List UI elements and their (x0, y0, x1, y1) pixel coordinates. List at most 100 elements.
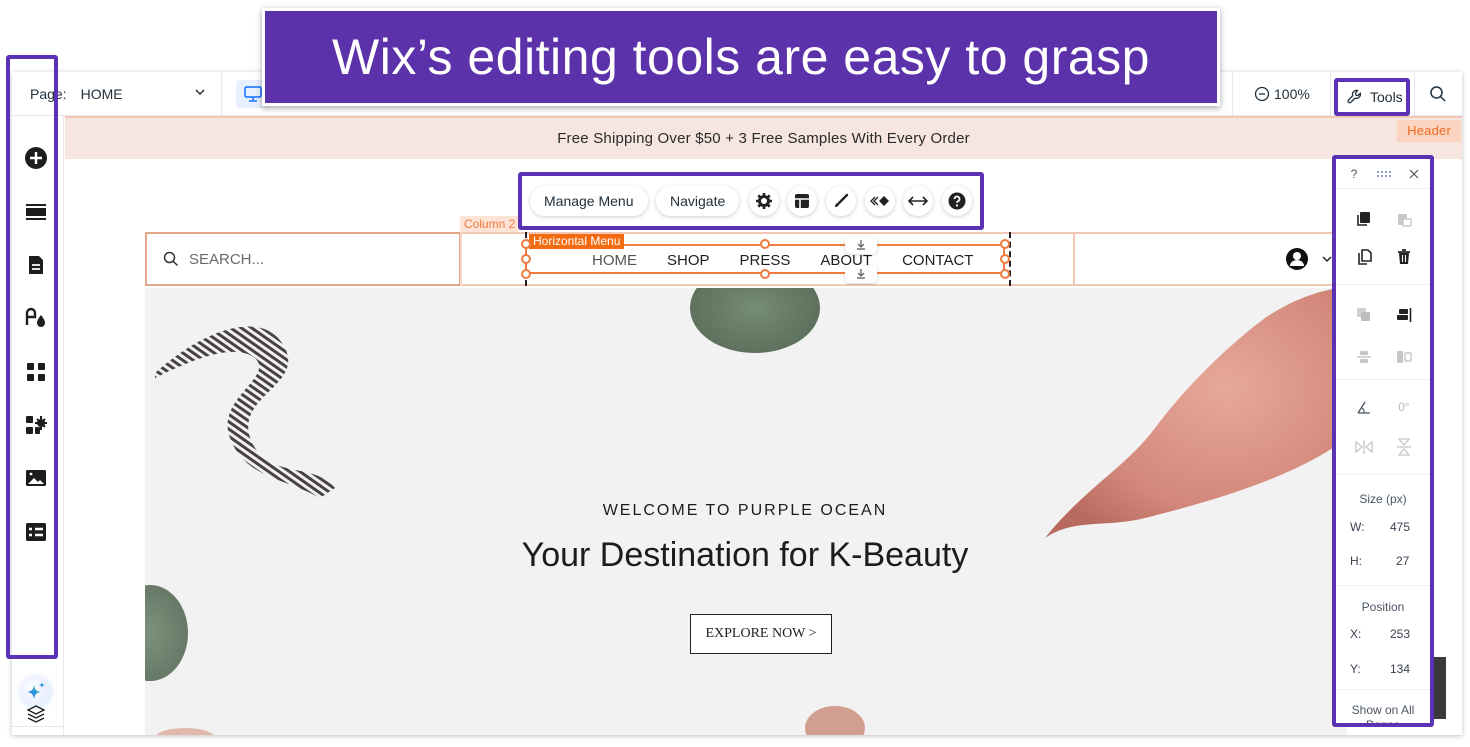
download-icon (857, 240, 865, 250)
divider (1336, 689, 1430, 690)
resize-handle[interactable] (521, 254, 531, 264)
chevron-down-icon (195, 89, 205, 96)
resize-handle[interactable] (521, 239, 531, 249)
resize-handle[interactable] (521, 269, 531, 279)
resize-handle[interactable] (1000, 269, 1010, 279)
sidebar-item-cms[interactable] (22, 518, 50, 546)
explore-now-button[interactable]: EXPLORE NOW > (690, 614, 832, 654)
duplicate-button[interactable] (1354, 247, 1374, 267)
match-size-button[interactable] (1394, 347, 1414, 367)
x-value[interactable]: 253 (1390, 627, 1410, 641)
properties-panel: ? 0° Size (px) W: 475 H: 27 Position X: … (1332, 155, 1434, 727)
plus-circle-icon (25, 147, 47, 169)
sidebar-item-sections[interactable] (22, 198, 50, 226)
page-icon (29, 256, 43, 274)
apps-gear-icon (26, 416, 47, 434)
resize-handle[interactable] (1000, 239, 1010, 249)
manage-menu-button[interactable]: Manage Menu (530, 186, 648, 216)
size-label: Size (px) (1359, 492, 1407, 506)
page-label: Page: (30, 86, 67, 102)
arrange-icon (1357, 308, 1370, 321)
divider (1336, 284, 1430, 285)
sidebar-item-business-apps[interactable] (22, 411, 50, 439)
user-avatar-icon[interactable] (1285, 247, 1309, 271)
drag-handle-icon[interactable] (1374, 164, 1394, 184)
copy-icon (1357, 212, 1370, 226)
help-icon[interactable]: ? (1344, 164, 1364, 184)
animation-icon (870, 196, 889, 206)
blush-crumbs (156, 728, 214, 735)
align-button[interactable] (1394, 305, 1414, 325)
resize-handle[interactable] (760, 239, 770, 249)
flip-horizontal-button[interactable] (1354, 437, 1374, 457)
gear-icon (756, 193, 772, 209)
hero-section[interactable]: WELCOME TO PURPLE OCEAN Your Destination… (145, 288, 1347, 735)
width-label: W: (1350, 520, 1365, 534)
y-value[interactable]: 134 (1390, 662, 1410, 676)
blush-crumbs (805, 706, 865, 735)
close-icon[interactable] (1404, 164, 1424, 184)
search-button[interactable] (1426, 82, 1450, 106)
sections-icon (26, 204, 46, 220)
resize-handle[interactable] (760, 269, 770, 279)
search-icon (163, 251, 179, 267)
search-icon (1430, 86, 1446, 102)
flip-horizontal-icon (1355, 440, 1373, 454)
paste-button[interactable] (1394, 209, 1414, 229)
sidebar-item-apps[interactable] (22, 358, 50, 386)
sidebar-item-site-design[interactable] (22, 304, 50, 332)
sidebar-item-layers[interactable] (22, 700, 50, 728)
nav-item-press[interactable]: PRESS (740, 252, 791, 269)
settings-button[interactable] (749, 186, 779, 216)
zoom-value: 100% (1274, 86, 1310, 102)
delete-button[interactable] (1394, 247, 1414, 267)
width-value[interactable]: 475 (1390, 520, 1410, 534)
navigate-button[interactable]: Navigate (656, 186, 740, 216)
wrench-icon (1347, 89, 1362, 104)
nav-item-shop[interactable]: SHOP (667, 252, 710, 269)
divider (1330, 72, 1331, 116)
animation-button[interactable] (865, 186, 895, 216)
nav-item-home[interactable]: HOME (592, 252, 637, 269)
design-button[interactable] (826, 186, 856, 216)
layout-button[interactable] (787, 186, 817, 216)
site-search-input[interactable]: SEARCH... (145, 232, 461, 286)
sidebar-item-pages[interactable] (22, 251, 50, 279)
header-tag[interactable]: Header (1397, 120, 1461, 142)
show-on-all-pages-toggle[interactable]: Show on All Pages (1336, 703, 1430, 723)
promo-text: Free Shipping Over $50 + 3 Free Samples … (557, 130, 970, 147)
rotation-value[interactable]: 0° (1392, 397, 1416, 417)
site-nav: HOME SHOP PRESS ABOUT CONTACT (592, 252, 1003, 269)
divider (1336, 379, 1430, 380)
distribute-icon (1357, 351, 1371, 363)
promo-bar[interactable]: Free Shipping Over $50 + 3 Free Samples … (65, 116, 1462, 159)
zoom-control[interactable]: 100% (1244, 72, 1324, 116)
nav-item-contact[interactable]: CONTACT (902, 252, 973, 269)
copy-button[interactable] (1354, 209, 1374, 229)
title-banner: Wix’s editing tools are easy to grasp (262, 8, 1220, 106)
sidebar-item-media[interactable] (22, 464, 50, 492)
layers-icon (26, 705, 46, 723)
divider (1232, 72, 1233, 116)
stretch-bottom-button[interactable] (845, 265, 877, 283)
divider (1336, 585, 1430, 586)
page-selector[interactable]: Page: HOME (12, 72, 222, 116)
tools-button[interactable]: Tools (1334, 78, 1410, 116)
rotate-button[interactable] (1354, 397, 1374, 417)
stretch-top-button[interactable] (845, 236, 877, 254)
horizontal-menu-tag[interactable]: Horizontal Menu (529, 234, 625, 249)
stretch-button[interactable] (903, 186, 933, 216)
help-button[interactable] (942, 186, 972, 216)
position-label: Position (1361, 600, 1405, 614)
sidebar-item-add-elements[interactable] (22, 144, 50, 172)
hero-title: Your Destination for K-Beauty (521, 536, 969, 574)
arrange-button[interactable] (1354, 305, 1374, 325)
theme-icon (25, 307, 45, 327)
height-value[interactable]: 27 (1396, 554, 1409, 568)
distribute-button[interactable] (1354, 347, 1374, 367)
flip-vertical-button[interactable] (1394, 437, 1414, 457)
column-tag[interactable]: Column 2 (460, 216, 520, 232)
page-value: HOME (80, 86, 123, 102)
hero-kicker: WELCOME TO PURPLE OCEAN (602, 502, 888, 519)
column-2[interactable] (460, 232, 530, 286)
